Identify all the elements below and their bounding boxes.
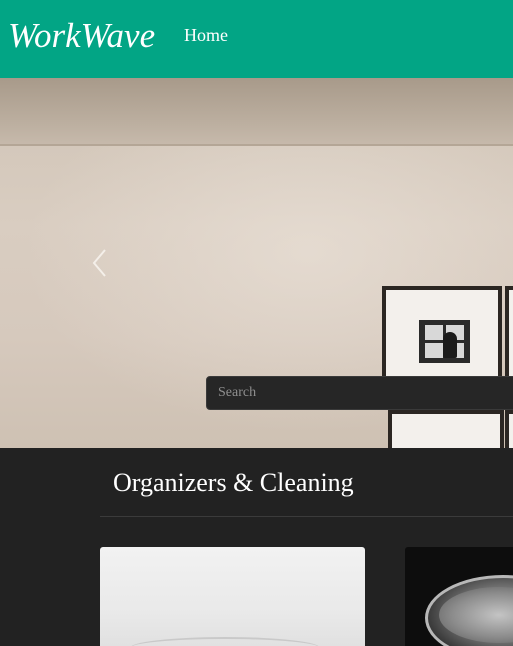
section-title: Organizers & Cleaning bbox=[113, 468, 354, 497]
carousel-prev-button[interactable] bbox=[90, 248, 110, 278]
search-input[interactable] bbox=[206, 376, 513, 410]
hero-image-frame bbox=[505, 286, 513, 382]
hero-image-window-art bbox=[419, 320, 470, 363]
product-card[interactable] bbox=[100, 547, 365, 646]
brand-logo[interactable]: WorkWave bbox=[8, 14, 155, 58]
product-image bbox=[130, 637, 320, 646]
hero-image-frame bbox=[382, 286, 502, 382]
hero-carousel bbox=[0, 78, 513, 448]
top-navbar: WorkWave Home bbox=[0, 0, 513, 78]
chevron-left-icon bbox=[92, 249, 106, 277]
section-divider bbox=[100, 516, 513, 517]
hero-image-ceiling bbox=[0, 78, 513, 146]
category-section: Organizers & Cleaning bbox=[0, 448, 513, 646]
product-card[interactable] bbox=[405, 547, 513, 646]
hero-image-frame bbox=[505, 410, 513, 448]
nav-link-home[interactable]: Home bbox=[184, 24, 228, 46]
hero-image-frame bbox=[388, 410, 504, 448]
page: WorkWave Home Organizers & Cleaning bbox=[0, 0, 513, 646]
